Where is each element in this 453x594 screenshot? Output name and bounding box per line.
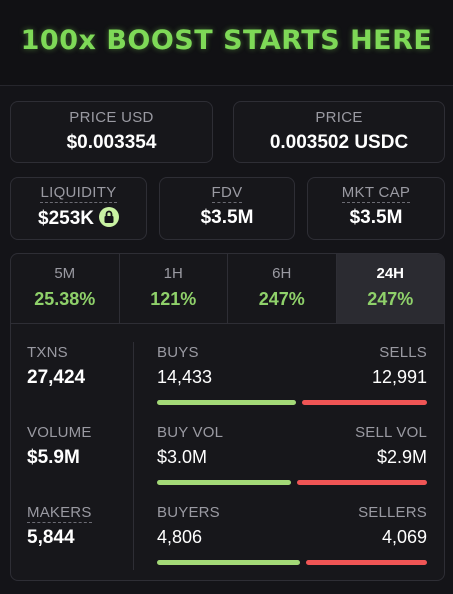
liquidity-label[interactable]: LIQUIDITY bbox=[40, 184, 117, 203]
liquidity-value: $253K bbox=[38, 208, 94, 229]
volume-label: VOLUME bbox=[27, 424, 92, 441]
liquidity-card: LIQUIDITY $253K bbox=[10, 177, 147, 240]
promo-banner[interactable]: 100x BOOST STARTS HERE bbox=[0, 0, 453, 86]
column-divider bbox=[133, 342, 134, 570]
buys-bar bbox=[157, 400, 296, 405]
timeframe-stats-box: 5M 25.38% 1H 121% 6H 247% 24H 247% TXNS … bbox=[10, 253, 445, 581]
tab-24h-change: 247% bbox=[367, 289, 414, 309]
tab-24h-label: 24H bbox=[376, 265, 405, 282]
makers-label[interactable]: MAKERS bbox=[27, 504, 92, 523]
buyers-value: 4,806 bbox=[157, 527, 203, 547]
volume-stat: VOLUME $5.9M bbox=[27, 424, 92, 469]
tab-5m-label: 5M bbox=[54, 265, 76, 282]
mkt-cap-value: $3.5M bbox=[349, 207, 403, 228]
buyers-label: BUYERS bbox=[157, 504, 220, 521]
sells-value: 12,991 bbox=[371, 367, 427, 387]
sellers-value: 4,069 bbox=[381, 527, 427, 547]
txns-value: 27,424 bbox=[27, 367, 86, 388]
tab-1h[interactable]: 1H 121% bbox=[120, 254, 228, 323]
price-card: PRICE 0.003502 USDC bbox=[233, 101, 445, 163]
makers-stat: MAKERS 5,844 bbox=[27, 504, 92, 549]
timeframe-tabs: 5M 25.38% 1H 121% 6H 247% 24H 247% bbox=[11, 254, 444, 324]
tab-5m-change: 25.38% bbox=[34, 289, 96, 309]
price-label: PRICE bbox=[315, 109, 363, 126]
buyers-sellers-row: BUYERS 4,806 SELLERS 4,069 bbox=[157, 504, 427, 580]
buy-vol-value: $3.0M bbox=[157, 447, 208, 467]
sellers-label: SELLERS bbox=[358, 504, 427, 521]
price-usd-value: $0.003354 bbox=[66, 132, 157, 153]
tab-6h-change: 247% bbox=[258, 289, 305, 309]
price-usd-card: PRICE USD $0.003354 bbox=[10, 101, 213, 163]
sells-bar bbox=[302, 400, 427, 405]
makers-value: 5,844 bbox=[27, 527, 75, 548]
fdv-card: FDV $3.5M bbox=[159, 177, 295, 240]
tab-6h[interactable]: 6H 247% bbox=[228, 254, 337, 323]
buyers-bar bbox=[157, 560, 300, 565]
token-stats-panel: PRICE USD $0.003354 PRICE 0.003502 USDC … bbox=[0, 86, 453, 594]
txns-stat: TXNS 27,424 bbox=[27, 344, 85, 389]
buys-value: 14,433 bbox=[157, 367, 213, 387]
tab-1h-label: 1H bbox=[163, 265, 183, 282]
fdv-value: $3.5M bbox=[200, 207, 254, 228]
lock-icon[interactable] bbox=[99, 207, 119, 227]
mkt-cap-card: MKT CAP $3.5M bbox=[307, 177, 445, 240]
buy-vol-label: BUY VOL bbox=[157, 424, 224, 441]
banner-text: 100x BOOST STARTS HERE bbox=[20, 25, 433, 56]
tab-1h-change: 121% bbox=[150, 289, 197, 309]
tab-6h-label: 6H bbox=[272, 265, 292, 282]
sell-vol-bar bbox=[297, 480, 427, 485]
mkt-cap-label[interactable]: MKT CAP bbox=[341, 184, 411, 203]
sell-vol-value: $2.9M bbox=[376, 447, 427, 467]
tab-5m[interactable]: 5M 25.38% bbox=[11, 254, 120, 323]
price-value: 0.003502 USDC bbox=[269, 132, 409, 153]
sellers-bar bbox=[306, 560, 427, 565]
buy-vol-bar bbox=[157, 480, 291, 485]
sells-label: SELLS bbox=[379, 344, 427, 361]
tab-24h[interactable]: 24H 247% bbox=[336, 254, 444, 323]
buys-label: BUYS bbox=[157, 344, 199, 361]
txns-label: TXNS bbox=[27, 344, 68, 361]
volume-row: BUY VOL $3.0M SELL VOL $2.9M bbox=[157, 424, 427, 504]
price-usd-label: PRICE USD bbox=[69, 109, 154, 126]
volume-value: $5.9M bbox=[27, 447, 80, 468]
sell-vol-label: SELL VOL bbox=[355, 424, 427, 441]
buys-sells-row: BUYS 14,433 SELLS 12,991 bbox=[157, 344, 427, 424]
fdv-label[interactable]: FDV bbox=[211, 184, 243, 203]
